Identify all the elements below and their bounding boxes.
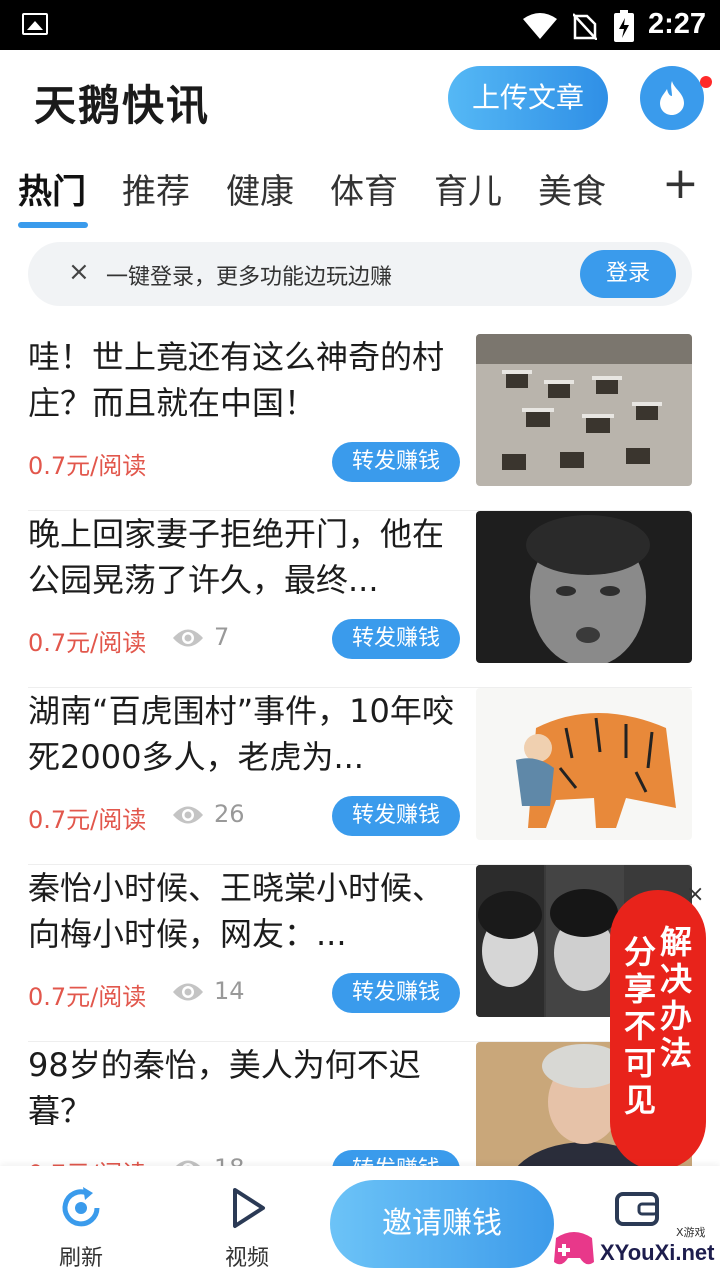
- site-watermark: X游戏 XYouXi.net: [548, 1218, 720, 1278]
- flame-icon: [660, 81, 684, 115]
- add-tab-button[interactable]: +: [662, 162, 699, 206]
- reward-price: 0.7元/阅读: [28, 983, 147, 1011]
- ad-text-share-invisible: 分享不可见: [623, 933, 656, 1119]
- article-title: 晚上回家妻子拒绝开门，他在公园晃荡了许久，最终...: [28, 515, 445, 599]
- reward-price: 0.7元/阅读: [28, 806, 147, 834]
- view-count: 26: [214, 800, 245, 828]
- app-title: 天鹅快讯: [34, 81, 211, 130]
- login-prompt-text: 一键登录，更多功能边玩边赚: [106, 265, 393, 290]
- invite-earn-button[interactable]: 邀请赚钱: [330, 1180, 554, 1268]
- wifi-icon: [523, 13, 557, 39]
- status-bar: 2:27: [0, 0, 720, 50]
- article-title: 98岁的秦怡，美人为何不迟暮？: [28, 1046, 421, 1130]
- notification-dot: [700, 76, 712, 88]
- article-thumbnail: [476, 511, 692, 663]
- list-item[interactable]: 哇！世上竟还有这么神奇的村庄？而且就在中国！ 0.7元/阅读 转发赚钱: [28, 334, 692, 511]
- tab-food[interactable]: 美食: [538, 164, 606, 213]
- share-earn-button[interactable]: 转发赚钱: [332, 973, 460, 1013]
- article-title: 秦怡小时候、王晓棠小时候、向梅小时候，网友：...: [28, 869, 445, 953]
- list-item[interactable]: 秦怡小时候、王晓棠小时候、向梅小时候，网友：... 0.7元/阅读 14 转发赚…: [28, 865, 692, 1042]
- tab-sports[interactable]: 体育: [330, 164, 398, 213]
- view-count: 7: [214, 623, 230, 651]
- hot-button[interactable]: [640, 66, 704, 130]
- gamepad-logo-icon: [554, 1232, 594, 1265]
- clock: 2:27: [648, 8, 707, 40]
- gallery-notification-icon: [22, 13, 48, 35]
- nav-video[interactable]: 视频: [202, 1184, 292, 1272]
- share-earn-button[interactable]: 转发赚钱: [332, 442, 460, 482]
- eye-icon: [173, 983, 203, 1001]
- category-tabs: 热门 推荐 健康 体育 育儿 美食 +: [0, 152, 720, 232]
- login-banner: × 一键登录，更多功能边玩边赚 登录: [28, 242, 692, 306]
- watermark-text: XYouXi.net: [600, 1240, 715, 1265]
- no-sim-icon: [573, 13, 597, 40]
- share-earn-button[interactable]: 转发赚钱: [332, 619, 460, 659]
- eye-icon: [173, 806, 203, 824]
- upload-article-button[interactable]: 上传文章: [448, 66, 608, 130]
- play-icon: [233, 1188, 265, 1228]
- tab-parenting[interactable]: 育儿: [434, 164, 502, 213]
- reward-price: 0.7元/阅读: [28, 629, 147, 657]
- tab-hot[interactable]: 热门: [18, 164, 86, 213]
- tab-recommend[interactable]: 推荐: [122, 164, 190, 213]
- close-icon[interactable]: ×: [68, 257, 90, 287]
- tab-health[interactable]: 健康: [226, 164, 294, 213]
- watermark-small-text: X游戏: [676, 1226, 706, 1239]
- floating-ad-banner[interactable]: 分享不可见 解决办法: [610, 890, 706, 1170]
- eye-icon: [173, 629, 203, 647]
- app-header: 天鹅快讯 上传文章: [0, 50, 720, 150]
- article-thumbnail: [476, 334, 692, 486]
- list-item[interactable]: 晚上回家妻子拒绝开门，他在公园晃荡了许久，最终... 0.7元/阅读 7 转发赚…: [28, 511, 692, 688]
- article-title: 哇！世上竟还有这么神奇的村庄？而且就在中国！: [28, 338, 445, 422]
- view-count: 14: [214, 977, 245, 1005]
- nav-refresh[interactable]: 刷新: [36, 1184, 126, 1272]
- login-button[interactable]: 登录: [580, 250, 676, 298]
- ad-text-solution: 解决办法: [659, 923, 692, 1072]
- refresh-icon: [62, 1187, 100, 1227]
- nav-refresh-label: 刷新: [58, 1246, 103, 1271]
- list-item[interactable]: 湖南“百虎围村”事件，10年咬死2000多人，老虎为... 0.7元/阅读 26…: [28, 688, 692, 865]
- active-tab-indicator: [18, 222, 88, 228]
- close-icon[interactable]: ×: [686, 882, 704, 907]
- article-title: 湖南“百虎围村”事件，10年咬死2000多人，老虎为...: [28, 692, 454, 776]
- share-earn-button[interactable]: 转发赚钱: [332, 796, 460, 836]
- nav-video-label: 视频: [224, 1246, 269, 1271]
- battery-charging-icon: [614, 10, 634, 42]
- article-thumbnail: [476, 688, 692, 840]
- reward-price: 0.7元/阅读: [28, 452, 147, 480]
